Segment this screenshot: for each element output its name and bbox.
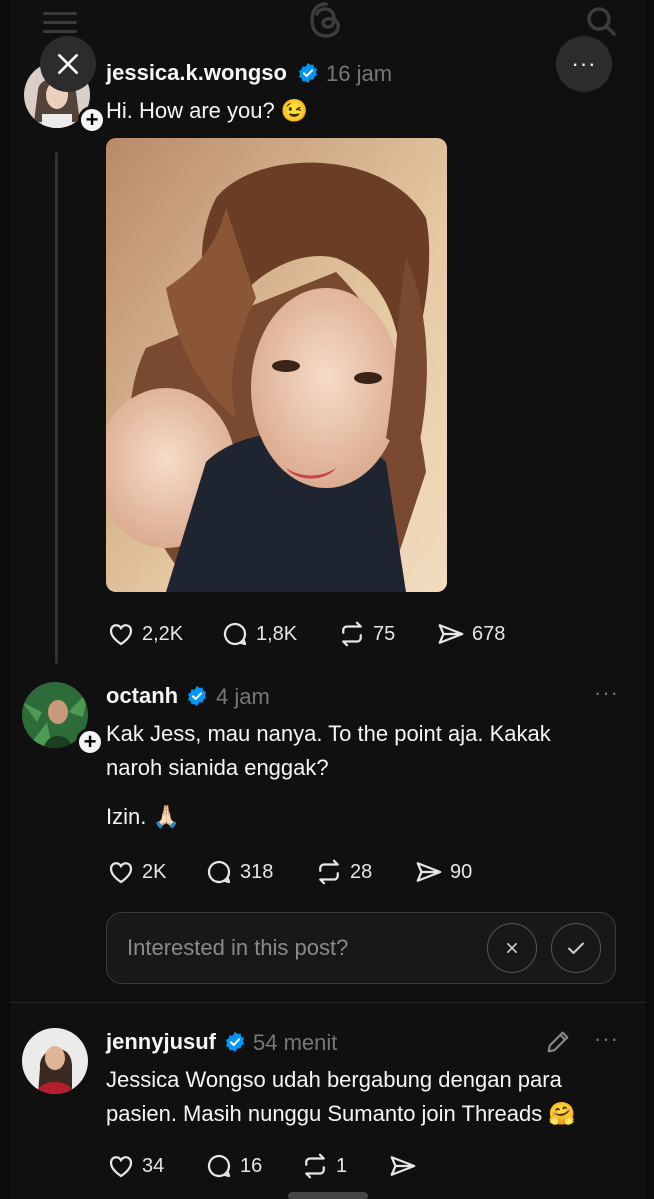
repost-button[interactable]: 1 bbox=[300, 1151, 347, 1181]
post-time: 16 jam bbox=[326, 61, 393, 86]
heart-icon bbox=[109, 624, 133, 646]
close-icon bbox=[58, 54, 78, 74]
heart-icon bbox=[109, 1156, 133, 1178]
share-icon bbox=[390, 1156, 416, 1176]
more-icon[interactable]: ··· bbox=[594, 680, 619, 706]
threads-app: ··· + jessica.k.wongso 16 jam Hi. How ar… bbox=[10, 0, 646, 1199]
reply-button[interactable]: 1,8K bbox=[220, 619, 297, 649]
avatar[interactable] bbox=[22, 1028, 88, 1094]
follow-plus-icon[interactable]: + bbox=[76, 728, 104, 756]
post-text-line: Jessica Wongso udah bergabung dengan par… bbox=[106, 1067, 562, 1092]
repost-icon bbox=[342, 621, 362, 647]
post-text-line: Kak Jess, mau nanya. To the point aja. K… bbox=[106, 721, 551, 746]
share-button[interactable]: 90 bbox=[414, 857, 472, 887]
comment-icon bbox=[223, 622, 247, 646]
home-indicator bbox=[288, 1192, 368, 1199]
share-count: 90 bbox=[450, 860, 473, 883]
comment-icon bbox=[207, 1154, 231, 1178]
repost-icon bbox=[305, 1153, 325, 1179]
repost-button[interactable]: 75 bbox=[337, 619, 395, 649]
username[interactable]: jennyjusuf bbox=[106, 1029, 216, 1055]
share-icon bbox=[438, 624, 464, 644]
interest-prompt-text: Interested in this post? bbox=[127, 935, 349, 960]
comment-icon bbox=[207, 860, 231, 884]
post-image[interactable] bbox=[106, 138, 447, 592]
more-icon[interactable]: ··· bbox=[594, 1026, 619, 1052]
edit-icon[interactable] bbox=[544, 1028, 572, 1056]
more-icon: ··· bbox=[571, 51, 597, 76]
like-button[interactable]: 2,2K bbox=[106, 619, 183, 649]
divider bbox=[10, 1002, 646, 1003]
repost-count: 1 bbox=[336, 1154, 348, 1177]
username[interactable]: octanh bbox=[106, 683, 178, 709]
reply-button[interactable]: 16 bbox=[204, 1151, 262, 1181]
post-text-line: Izin. 🙏🏻 bbox=[106, 804, 180, 829]
reply-count: 16 bbox=[240, 1154, 263, 1177]
post-text-line: naroh sianida enggak? bbox=[106, 755, 329, 780]
post-text-line: pasien. Masih nunggu Sumanto join Thread… bbox=[106, 1101, 576, 1126]
x-icon bbox=[507, 943, 517, 953]
repost-button[interactable]: 28 bbox=[314, 857, 372, 887]
more-options-button[interactable]: ··· bbox=[556, 36, 612, 92]
verified-icon bbox=[225, 1031, 245, 1053]
interested-button[interactable] bbox=[551, 923, 601, 973]
post-actions: 34 16 1 bbox=[106, 1151, 526, 1183]
verified-icon bbox=[187, 685, 207, 707]
not-interested-button[interactable] bbox=[487, 923, 537, 973]
share-count: 678 bbox=[472, 622, 506, 645]
thread-line bbox=[55, 152, 58, 664]
close-button[interactable] bbox=[40, 36, 96, 92]
like-button[interactable]: 2K bbox=[106, 857, 166, 887]
post-actions: 2,2K 1,8K 75 678 bbox=[106, 619, 526, 651]
reply-count: 1,8K bbox=[256, 622, 298, 645]
share-button[interactable] bbox=[388, 1151, 418, 1181]
menu-icon[interactable] bbox=[43, 12, 77, 36]
repost-icon bbox=[319, 859, 339, 885]
reply-button[interactable]: 318 bbox=[204, 857, 273, 887]
username[interactable]: jessica.k.wongso bbox=[106, 60, 287, 86]
repost-count: 75 bbox=[373, 622, 396, 645]
search-icon[interactable] bbox=[584, 4, 618, 38]
verified-icon bbox=[298, 62, 318, 84]
heart-icon bbox=[109, 862, 133, 884]
post-time: 54 menit bbox=[253, 1030, 338, 1055]
share-button[interactable]: 678 bbox=[436, 619, 505, 649]
repost-count: 28 bbox=[350, 860, 373, 883]
like-button[interactable]: 34 bbox=[106, 1151, 164, 1181]
share-icon bbox=[416, 862, 442, 882]
like-count: 34 bbox=[142, 1154, 165, 1177]
threads-logo-icon[interactable] bbox=[306, 0, 346, 40]
post-text: Hi. How are you? 😉 bbox=[106, 98, 309, 123]
reply-count: 318 bbox=[240, 860, 274, 883]
interest-prompt: Interested in this post? bbox=[106, 912, 616, 984]
post-actions: 2K 318 28 90 bbox=[106, 857, 526, 889]
follow-plus-icon[interactable]: + bbox=[78, 106, 106, 134]
post-time: 4 jam bbox=[216, 684, 270, 709]
like-count: 2,2K bbox=[142, 622, 184, 645]
like-count: 2K bbox=[142, 860, 167, 883]
check-icon bbox=[568, 942, 584, 954]
